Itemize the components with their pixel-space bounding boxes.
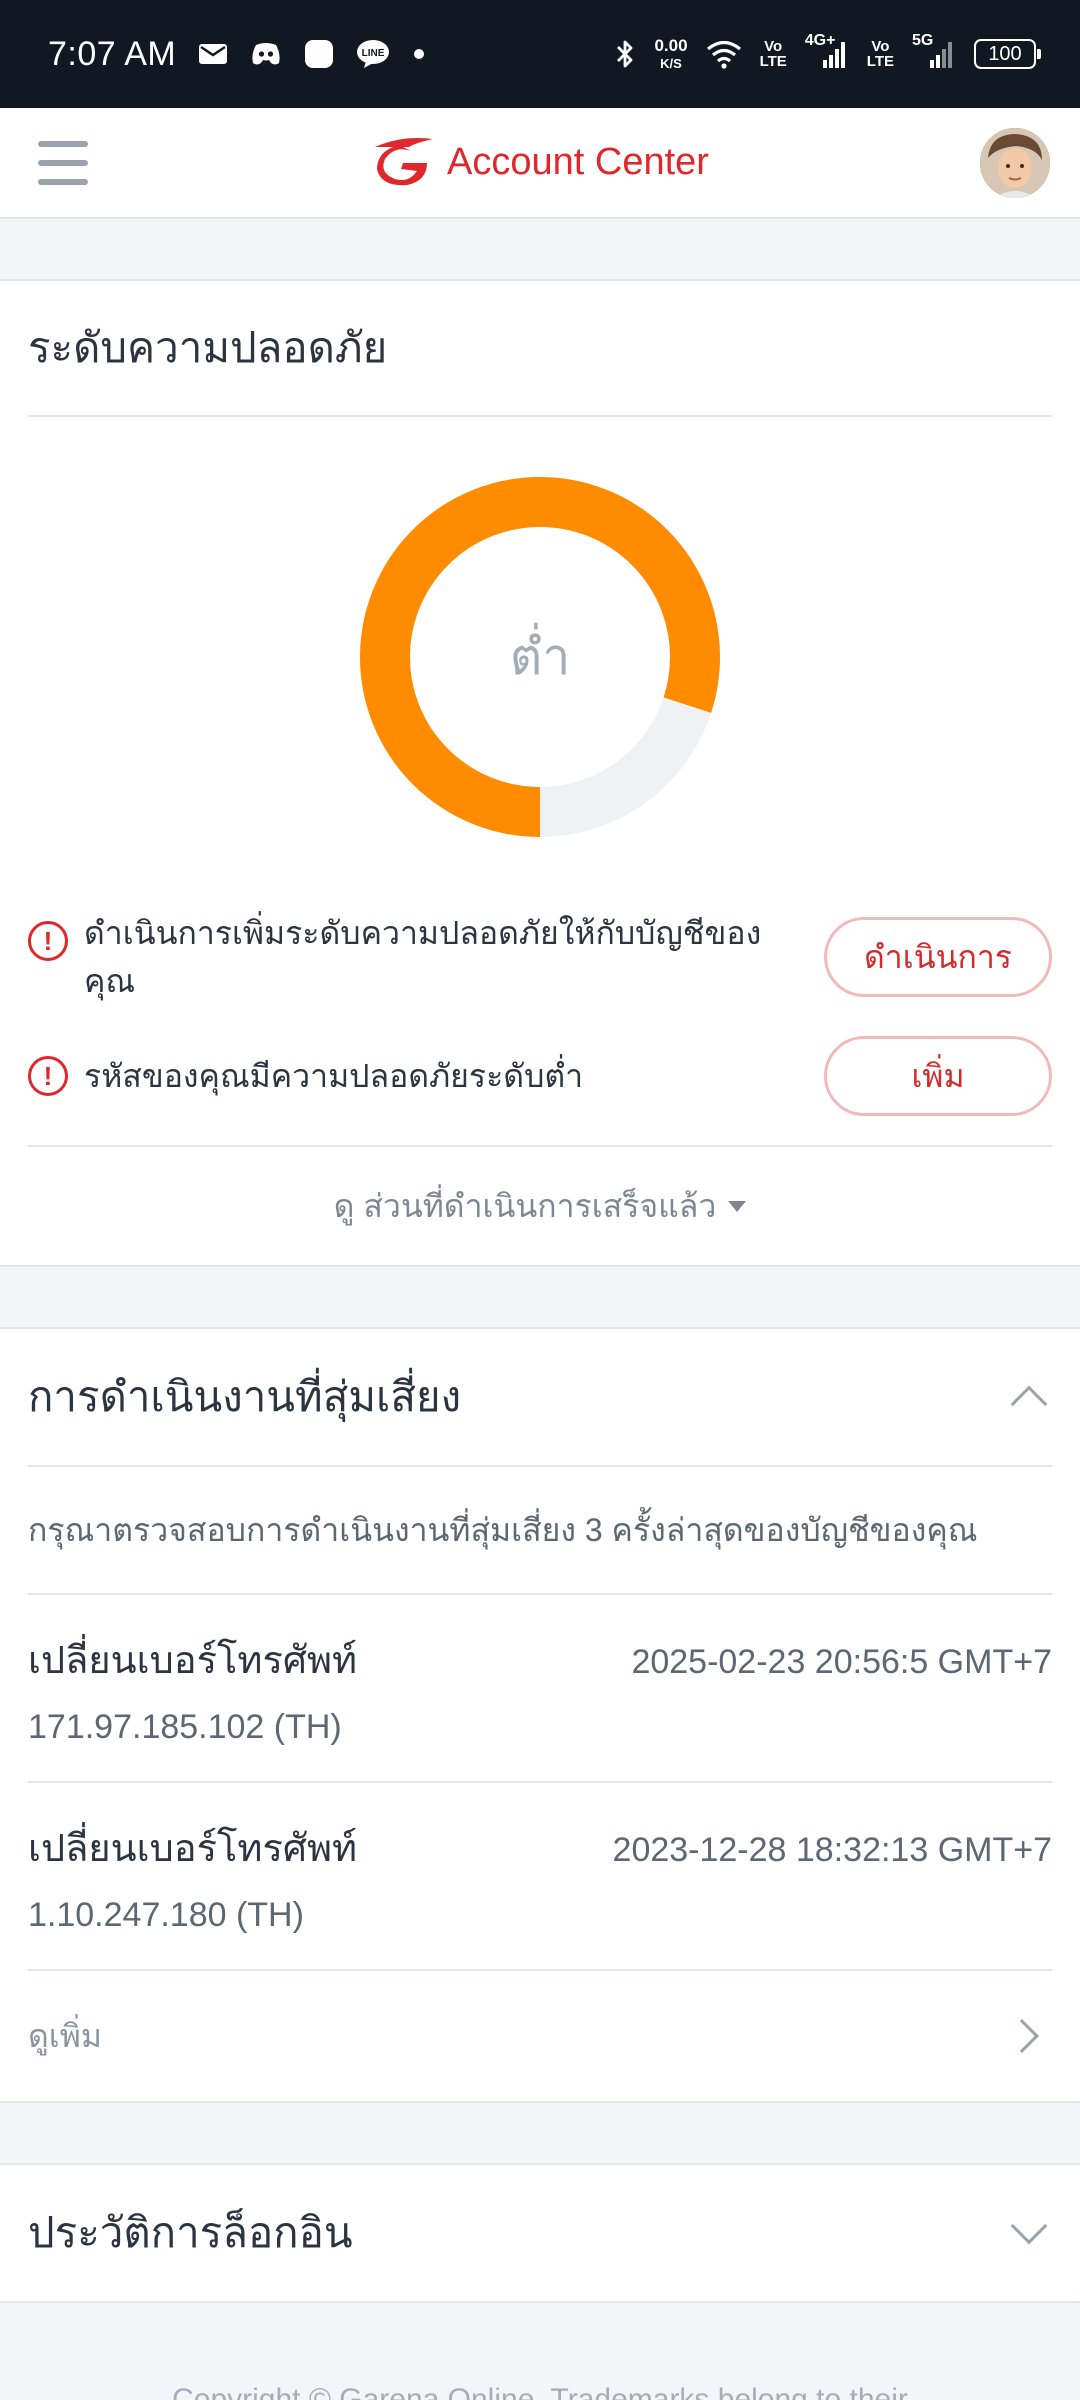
section-gap (0, 2103, 1080, 2163)
security-title: ระดับความปลอดภัย (28, 324, 388, 371)
discord-icon (250, 41, 282, 67)
operation-time: 2023-12-28 18:32:13 GMT+7 (612, 1831, 1052, 1869)
volte-2: Vo LTE (867, 39, 894, 69)
volte-2-bottom: LTE (866, 53, 894, 70)
security-action-row: ! ดำเนินการเพิ่มระดับความปลอดภัยให้กับบั… (28, 897, 1052, 1017)
volte-1: Vo LTE (760, 39, 787, 69)
risky-operations-description: กรุณาตรวจสอบการดำเนินงานที่สุ่มเสี่ยง 3 … (28, 1467, 1052, 1595)
operation-name: เปลี่ยนเบอร์โทรศัพท์ (28, 1640, 358, 1682)
svg-text:LINE: LINE (362, 48, 385, 59)
sim1-network: 4G+ (804, 32, 836, 49)
dot-icon (412, 47, 426, 61)
section-gap (0, 1267, 1080, 1327)
security-action-row: ! รหัสของคุณมีความปลอดภัยระดับต่ำ เพิ่ม (28, 1017, 1052, 1135)
operation-ip: 171.97.185.102 (TH) (28, 1708, 342, 1746)
proceed-button[interactable]: ดำเนินการ (824, 917, 1052, 997)
see-completed-label: ดู ส่วนที่ดำเนินการเสร็จแล้ว (333, 1187, 717, 1224)
line-icon: LINE (356, 39, 390, 69)
section-gap (0, 219, 1080, 279)
operation-ip: 1.10.247.180 (TH) (28, 1896, 304, 1934)
security-action-text: รหัสของคุณมีความปลอดภัยระดับต่ำ (84, 1058, 584, 1094)
risky-operation-row: เปลี่ยนเบอร์โทรศัพท์ 2023-12-28 18:32:13… (28, 1783, 1052, 1971)
avatar[interactable] (980, 127, 1050, 198)
risky-operations-header[interactable]: การดำเนินงานที่สุ่มเสี่ยง (28, 1329, 1052, 1467)
signal-1-icon: 4G+ (805, 32, 849, 70)
add-button[interactable]: เพิ่ม (824, 1036, 1052, 1116)
chevron-down-icon[interactable] (1010, 2207, 1048, 2245)
security-header: ระดับความปลอดภัย (28, 281, 1052, 417)
status-time: 7:07 AM (48, 34, 177, 73)
brand: Account Center (0, 108, 1080, 217)
security-level-label: ต่ำ (509, 628, 571, 685)
wifi-icon (706, 39, 742, 69)
chevron-up-icon[interactable] (1010, 1385, 1048, 1423)
bluetooth-icon (614, 38, 636, 70)
signal-2-icon: 5G (912, 32, 956, 70)
warning-icon: ! (28, 1056, 68, 1096)
mail-icon (198, 42, 228, 66)
header-title: Account Center (447, 141, 709, 183)
login-history-header[interactable]: ประวัติการล็อกอิน (28, 2165, 1052, 2301)
app-header: Account Center (0, 108, 1080, 219)
net-speed-unit: K/S (660, 55, 682, 71)
net-speed-value: 0.00 (654, 35, 688, 55)
battery-icon: 100 (974, 39, 1041, 69)
login-history-title: ประวัติการล็อกอิน (28, 2209, 353, 2256)
see-more-label: ดูเพิ่ม (28, 2017, 102, 2054)
app-icon (304, 39, 334, 69)
operation-name: เปลี่ยนเบอร์โทรศัพท์ (28, 1828, 358, 1870)
footer-copyright: Copyright © Garena Online. Trademarks be… (172, 2383, 908, 2400)
risky-operations-card: การดำเนินงานที่สุ่มเสี่ยง กรุณาตรวจสอบกา… (0, 1327, 1080, 2103)
see-completed-toggle[interactable]: ดู ส่วนที่ดำเนินการเสร็จแล้ว (28, 1145, 1052, 1265)
caret-down-icon (728, 1200, 747, 1212)
security-action-text: ดำเนินการเพิ่มระดับความปลอดภัยให้กับบัญช… (84, 915, 762, 999)
see-more-link[interactable]: ดูเพิ่ม (28, 1971, 1052, 2101)
volte-1-bottom: LTE (759, 53, 787, 70)
sim2-network: 5G (912, 32, 934, 49)
risky-operation-row: เปลี่ยนเบอร์โทรศัพท์ 2025-02-23 20:56:5 … (28, 1595, 1052, 1783)
battery-level: 100 (988, 42, 1022, 65)
security-card: ระดับความปลอดภัย ต่ำ ! ดำเนินการเพิ่มระด… (0, 279, 1080, 1267)
security-donut: ต่ำ (28, 417, 1052, 897)
warning-icon: ! (28, 921, 68, 961)
risky-operations-title: การดำเนินงานที่สุ่มเสี่ยง (28, 1373, 462, 1420)
chevron-right-icon (1005, 2019, 1039, 2053)
net-speed: 0.00 K/S (654, 37, 687, 72)
login-history-card: ประวัติการล็อกอิน (0, 2163, 1080, 2303)
status-bar: 7:07 AM LINE 0.00 K/S Vo LTE 4G+ Vo LTE … (0, 0, 1080, 108)
menu-icon[interactable] (38, 140, 88, 185)
garena-logo-icon (371, 133, 437, 192)
operation-time: 2025-02-23 20:56:5 GMT+7 (631, 1643, 1052, 1681)
